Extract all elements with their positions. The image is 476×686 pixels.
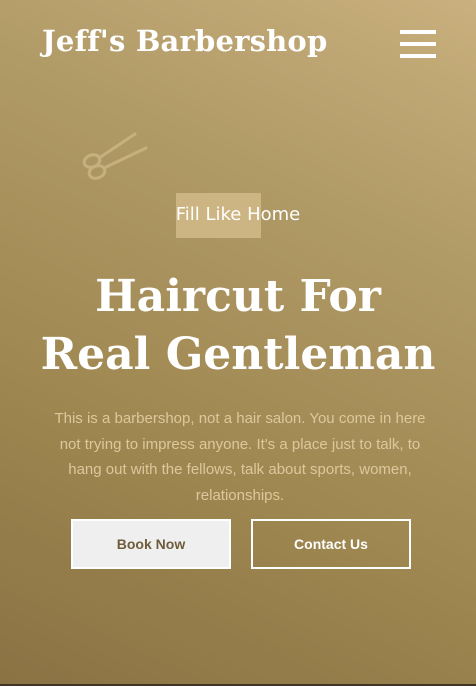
- tagline: Fill Like Home: [0, 193, 476, 238]
- hero-section: Jeff's Barbershop Fill Like Home Haircut…: [0, 0, 476, 686]
- scissors-icon: [82, 132, 148, 180]
- contact-us-button[interactable]: Contact Us: [251, 519, 411, 569]
- brand-logo-text[interactable]: Jeff's Barbershop: [42, 24, 327, 58]
- hero-title-line2: Real Gentleman: [40, 329, 436, 380]
- hero-description: This is a barbershop, not a hair salon. …: [54, 410, 426, 504]
- hamburger-menu-icon[interactable]: [400, 30, 436, 58]
- hero-title: Haircut For Real Gentleman: [0, 268, 476, 384]
- menu-bar: [400, 42, 436, 46]
- tagline-text: Fill Like Home: [175, 204, 301, 225]
- hero-title-line1: Haircut For: [95, 271, 381, 322]
- menu-bar: [400, 30, 436, 34]
- menu-bar: [400, 54, 436, 58]
- book-now-button[interactable]: Book Now: [71, 519, 231, 569]
